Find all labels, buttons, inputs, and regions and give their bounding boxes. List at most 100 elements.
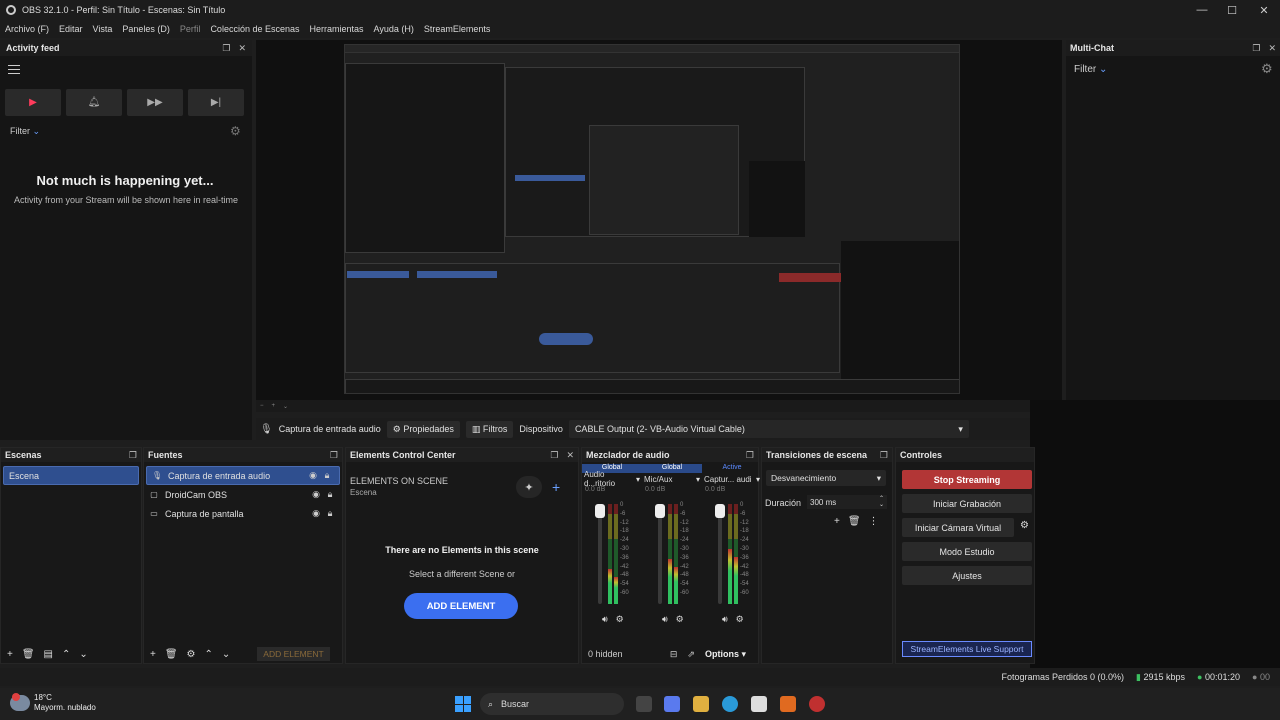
add-source-icon[interactable]: + [150, 649, 156, 660]
filters-button[interactable]: ▥ Filtros [465, 420, 514, 438]
studio-mode-button[interactable]: Modo Estudio [902, 542, 1032, 561]
gear-icon[interactable]: ⚙ [187, 649, 196, 660]
volume-fader-track[interactable] [598, 504, 602, 604]
menu-icon[interactable] [8, 65, 20, 74]
eye-icon[interactable]: ◉ [309, 489, 323, 500]
virtual-camera-button[interactable]: Iniciar Cámara Virtual [902, 518, 1014, 537]
zoom-in-icon[interactable]: + [272, 403, 276, 409]
volume-fader-knob[interactable] [715, 504, 725, 518]
preview-canvas[interactable] [256, 40, 1062, 400]
copilot-icon[interactable] [664, 696, 680, 712]
settings-icon[interactable]: ⚙ [616, 614, 624, 625]
chevron-down-icon[interactable]: ▾ [636, 475, 640, 484]
volume-fader-track[interactable] [718, 504, 722, 604]
filter-icon[interactable]: ▤ [44, 649, 53, 660]
float-icon[interactable]: ❐ [550, 450, 558, 461]
ecc-add-element-button[interactable]: ADD ELEMENT [404, 593, 518, 619]
move-up-icon[interactable]: ⌃ [62, 649, 70, 660]
link-icon[interactable]: ⇗ [687, 649, 695, 660]
gear-icon[interactable]: ⚙ [1261, 61, 1273, 77]
skip-end-icon[interactable]: ▶| [188, 89, 244, 116]
multichat-filter-dropdown[interactable]: Filter ⌄ [1074, 64, 1107, 75]
float-icon[interactable]: ❐ [129, 450, 137, 461]
source-item[interactable]: ▭ Captura de pantalla ◉ 🔒︎ [144, 504, 342, 523]
record-filter-button[interactable]: ▶ [5, 89, 61, 116]
close-button[interactable]: ✕ [1248, 0, 1280, 20]
store-icon[interactable] [751, 696, 767, 712]
menu-item-3[interactable]: Paneles (D) [117, 24, 175, 34]
move-up-icon[interactable]: ⌃ [205, 649, 213, 660]
add-scene-icon[interactable]: + [7, 649, 13, 660]
windows-start-icon[interactable] [455, 696, 471, 712]
streamelements-support-button[interactable]: StreamElements Live Support [902, 641, 1032, 657]
volume-fader-knob[interactable] [595, 504, 605, 518]
settings-button[interactable]: Ajustes [902, 566, 1032, 585]
lock-icon[interactable]: 🔒︎ [323, 508, 337, 519]
properties-button[interactable]: ⚙ Propiedades [386, 420, 460, 438]
transition-select[interactable]: Desvanecimiento ▾ [766, 470, 886, 486]
activity-filter-dropdown[interactable]: Filter ⌄ [10, 126, 40, 137]
maximize-button[interactable]: ☐ [1216, 0, 1248, 20]
settings-icon[interactable]: ⚙ [736, 614, 744, 625]
taskbar-search[interactable]: ⌕ Buscar [480, 693, 624, 715]
menu-item-1[interactable]: Editar [54, 24, 88, 34]
skip-icon[interactable]: ▶▶ [127, 89, 183, 116]
edge-icon[interactable] [722, 696, 738, 712]
move-down-icon[interactable]: ⌄ [79, 649, 87, 660]
source-item[interactable]: ▢ DroidCam OBS ◉ 🔒︎ [144, 485, 342, 504]
obs-taskbar-icon[interactable] [809, 696, 825, 712]
float-icon[interactable]: ❐ [222, 43, 230, 54]
file-explorer-icon[interactable] [693, 696, 709, 712]
start-recording-button[interactable]: Iniciar Grabación [902, 494, 1032, 513]
chevron-down-icon[interactable]: ▾ [696, 475, 700, 484]
options-dropdown[interactable]: Options ▾ [705, 649, 758, 660]
hidden-count[interactable]: 0 hidden [588, 649, 660, 659]
lock-icon[interactable]: 🔒︎ [323, 489, 337, 500]
trash-icon[interactable]: 🗑︎ [848, 516, 861, 527]
menu-item-5[interactable]: Colección de Escenas [205, 24, 304, 34]
stop-streaming-button[interactable]: Stop Streaming [902, 470, 1032, 489]
close-icon[interactable]: ✕ [1268, 43, 1276, 54]
speaker-icon[interactable]: 🔊︎ [662, 614, 668, 625]
close-icon[interactable]: ✕ [238, 43, 246, 54]
add-element-button[interactable]: ADD ELEMENT [257, 647, 330, 661]
speaker-icon[interactable]: 🔊︎ [602, 614, 608, 625]
zoom-out-icon[interactable]: − [260, 403, 264, 409]
weather-widget[interactable]: 18°C Mayorm. nublado [10, 693, 96, 713]
menu-item-7[interactable]: Ayuda (H) [369, 24, 419, 34]
source-item[interactable]: 🎙︎ Captura de entrada audio ◉ 🔒︎ [146, 466, 340, 485]
device-select[interactable]: CABLE Output (2- VB-Audio Virtual Cable)… [568, 420, 969, 438]
float-icon[interactable]: ❐ [330, 450, 338, 461]
minimize-button[interactable]: — [1186, 0, 1218, 20]
eye-icon[interactable]: ◉ [306, 470, 320, 481]
menu-item-8[interactable]: StreamElements [419, 24, 496, 34]
trash-icon[interactable]: 🗑︎ [165, 649, 178, 660]
float-icon[interactable]: ❐ [746, 450, 754, 461]
menu-item-4[interactable]: Perfil [175, 24, 206, 34]
add-transition-icon[interactable]: + [834, 516, 840, 527]
brave-icon[interactable] [780, 696, 796, 712]
move-down-icon[interactable]: ⌄ [222, 649, 230, 660]
gear-icon[interactable]: ⚙ [230, 124, 241, 138]
close-icon[interactable]: ✕ [566, 450, 574, 461]
chevron-down-icon[interactable]: ⌄ [283, 403, 288, 410]
float-icon[interactable]: ❐ [1252, 43, 1260, 54]
menu-item-0[interactable]: Archivo (F) [0, 24, 54, 34]
add-icon[interactable]: + [552, 479, 560, 495]
menu-item-2[interactable]: Vista [88, 24, 118, 34]
volume-fader-track[interactable] [658, 504, 662, 604]
trash-icon[interactable]: 🗑︎ [22, 649, 35, 660]
speaker-icon[interactable]: 🔊︎ [722, 614, 728, 625]
more-icon[interactable]: ⋮ [869, 516, 879, 527]
gear-icon[interactable]: ⚙ [1020, 520, 1029, 531]
sparkle-icon[interactable]: ✦ [516, 476, 542, 498]
lock-icon[interactable]: 🔒︎ [320, 470, 334, 481]
chevron-down-icon[interactable]: ▾ [756, 475, 760, 484]
task-view-icon[interactable] [636, 696, 652, 712]
bell-icon[interactable]: 🔔︎ [66, 89, 122, 116]
scene-item[interactable]: Escena [3, 466, 139, 485]
menu-item-6[interactable]: Herramientas [305, 24, 369, 34]
layout-icon[interactable]: ⊟ [670, 649, 678, 660]
volume-fader-knob[interactable] [655, 504, 665, 518]
float-icon[interactable]: ❐ [880, 450, 888, 461]
